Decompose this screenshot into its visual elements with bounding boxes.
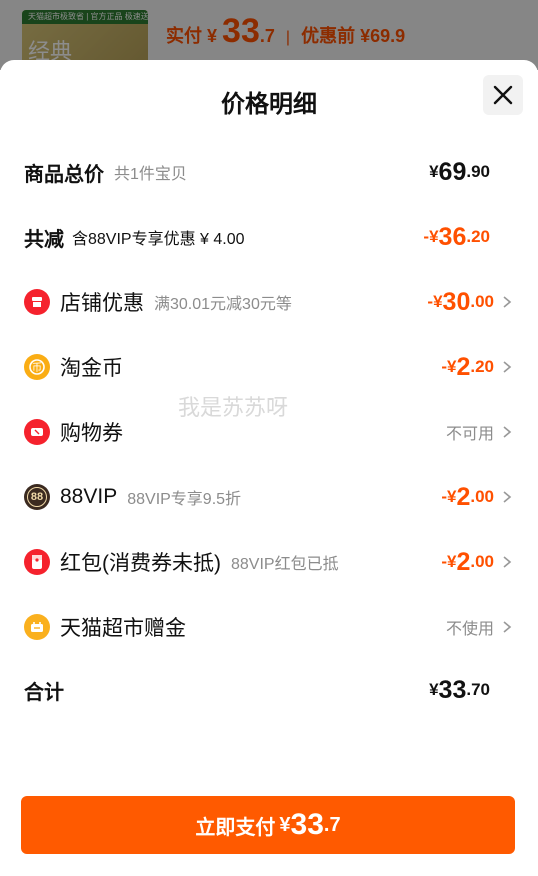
taojinbi-label: 淘金币 xyxy=(60,357,123,380)
close-button[interactable] xyxy=(483,75,523,115)
price-symbol: -¥ xyxy=(423,227,439,246)
watermark: 我是苏苏呀 xyxy=(178,395,289,420)
total-price-label: 商品总价 xyxy=(24,163,104,186)
close-icon xyxy=(493,85,513,105)
shopping-coupon-status: 不可用 xyxy=(446,412,514,452)
pay-int: 33 xyxy=(290,808,324,841)
price-detail-sheet: 价格明细 商品总价 共1件宝贝 ¥69.90 共减 含88VIP专享优惠 ¥ 4… xyxy=(0,60,538,876)
sum-value: ¥33.70 xyxy=(429,670,490,710)
shop-discount-value: -¥ 30.00 xyxy=(427,282,514,322)
row-total-reduce: 共减 含88VIP专享优惠 ¥ 4.00 -¥ 36.20 xyxy=(24,217,514,257)
row-sum: 合计 ¥33.70 xyxy=(24,670,514,710)
price-int: 2 xyxy=(456,547,471,576)
total-price-sub: 共1件宝贝 xyxy=(114,166,187,183)
row-taojinbi[interactable]: 币 淘金币 -¥ 2.20 xyxy=(24,347,514,387)
chevron-right-icon xyxy=(503,491,512,503)
price-int: 36 xyxy=(438,222,467,251)
reduce-value: -¥ 36.20 xyxy=(423,217,490,257)
shop-discount-label: 店铺优惠 xyxy=(60,292,144,315)
chevron-right-icon xyxy=(503,296,512,308)
red-packet-sub: 88VIP红包已抵 xyxy=(231,556,339,573)
row-total-price: 商品总价 共1件宝贝 ¥69.90 xyxy=(24,152,514,192)
price-int: 30 xyxy=(442,287,471,316)
pay-label: 立即支付 xyxy=(195,816,276,839)
pay-symbol: ¥ xyxy=(279,813,291,836)
coin-icon: 币 xyxy=(24,354,50,380)
tmall-gift-gold-status: 不使用 xyxy=(446,607,514,647)
vip-88-icon: 88 xyxy=(24,484,50,510)
shop-icon xyxy=(24,289,50,315)
vip-label: 88VIP xyxy=(60,485,118,508)
price-dec: .00 xyxy=(470,552,494,571)
coupon-status-text: 不可用 xyxy=(445,426,494,443)
price-dec: .90 xyxy=(466,162,490,181)
price-int: 69 xyxy=(438,157,467,186)
price-dec: .00 xyxy=(470,487,494,506)
row-tmall-gift-gold[interactable]: 天猫超市赠金 不使用 xyxy=(24,607,514,647)
price-dec: .20 xyxy=(470,357,494,376)
row-shop-discount[interactable]: 店铺优惠 满30.01元减30元等 -¥ 30.00 xyxy=(24,282,514,322)
vip-sub: 88VIP专享9.5折 xyxy=(127,491,242,508)
row-88vip[interactable]: 88 88VIP 88VIP专享9.5折 -¥ 2.00 xyxy=(24,477,514,517)
ticket-icon xyxy=(24,419,50,445)
price-int: 2 xyxy=(456,352,471,381)
pay-dec: .7 xyxy=(323,813,341,836)
shopping-coupon-label: 购物券 xyxy=(60,422,123,445)
gift-icon xyxy=(24,614,50,640)
price-dec: .00 xyxy=(470,292,494,311)
red-packet-value: -¥ 2.00 xyxy=(441,542,514,582)
price-dec: .70 xyxy=(466,680,490,699)
chevron-right-icon xyxy=(503,556,512,568)
sheet-title: 价格明细 xyxy=(221,91,317,118)
price-symbol: ¥ xyxy=(429,162,439,181)
price-int: 33 xyxy=(438,675,467,704)
total-price-value: ¥69.90 xyxy=(429,152,490,192)
price-symbol: -¥ xyxy=(427,292,443,311)
vip-icon-text: 88 xyxy=(27,487,47,507)
chevron-right-icon xyxy=(503,361,512,373)
red-packet-label: 红包(消费券未抵) xyxy=(60,552,221,575)
price-symbol: -¥ xyxy=(441,487,457,506)
chevron-right-icon xyxy=(503,426,512,438)
vip-value: -¥ 2.00 xyxy=(441,477,514,517)
shop-discount-sub: 满30.01元减30元等 xyxy=(154,296,292,313)
pay-now-button[interactable]: 立即支付 ¥33.7 xyxy=(21,796,515,854)
tmall-gift-gold-label: 天猫超市赠金 xyxy=(60,617,186,640)
row-red-packet[interactable]: 红包(消费券未抵) 88VIP红包已抵 -¥ 2.00 xyxy=(24,542,514,582)
reduce-sub: 含88VIP专享优惠 ¥ 4.00 xyxy=(72,231,245,248)
price-int: 2 xyxy=(456,482,471,511)
price-symbol: ¥ xyxy=(429,680,439,699)
price-dec: .20 xyxy=(466,227,490,246)
red-packet-icon xyxy=(24,549,50,575)
price-symbol: -¥ xyxy=(441,357,457,376)
tmall-gift-gold-status-text: 不使用 xyxy=(445,621,494,638)
reduce-label: 共减 xyxy=(24,228,64,251)
svg-text:币: 币 xyxy=(32,362,42,374)
sum-label: 合计 xyxy=(24,681,64,704)
taojinbi-value: -¥ 2.20 xyxy=(441,347,514,387)
price-symbol: -¥ xyxy=(441,552,457,571)
chevron-right-icon xyxy=(503,621,512,633)
